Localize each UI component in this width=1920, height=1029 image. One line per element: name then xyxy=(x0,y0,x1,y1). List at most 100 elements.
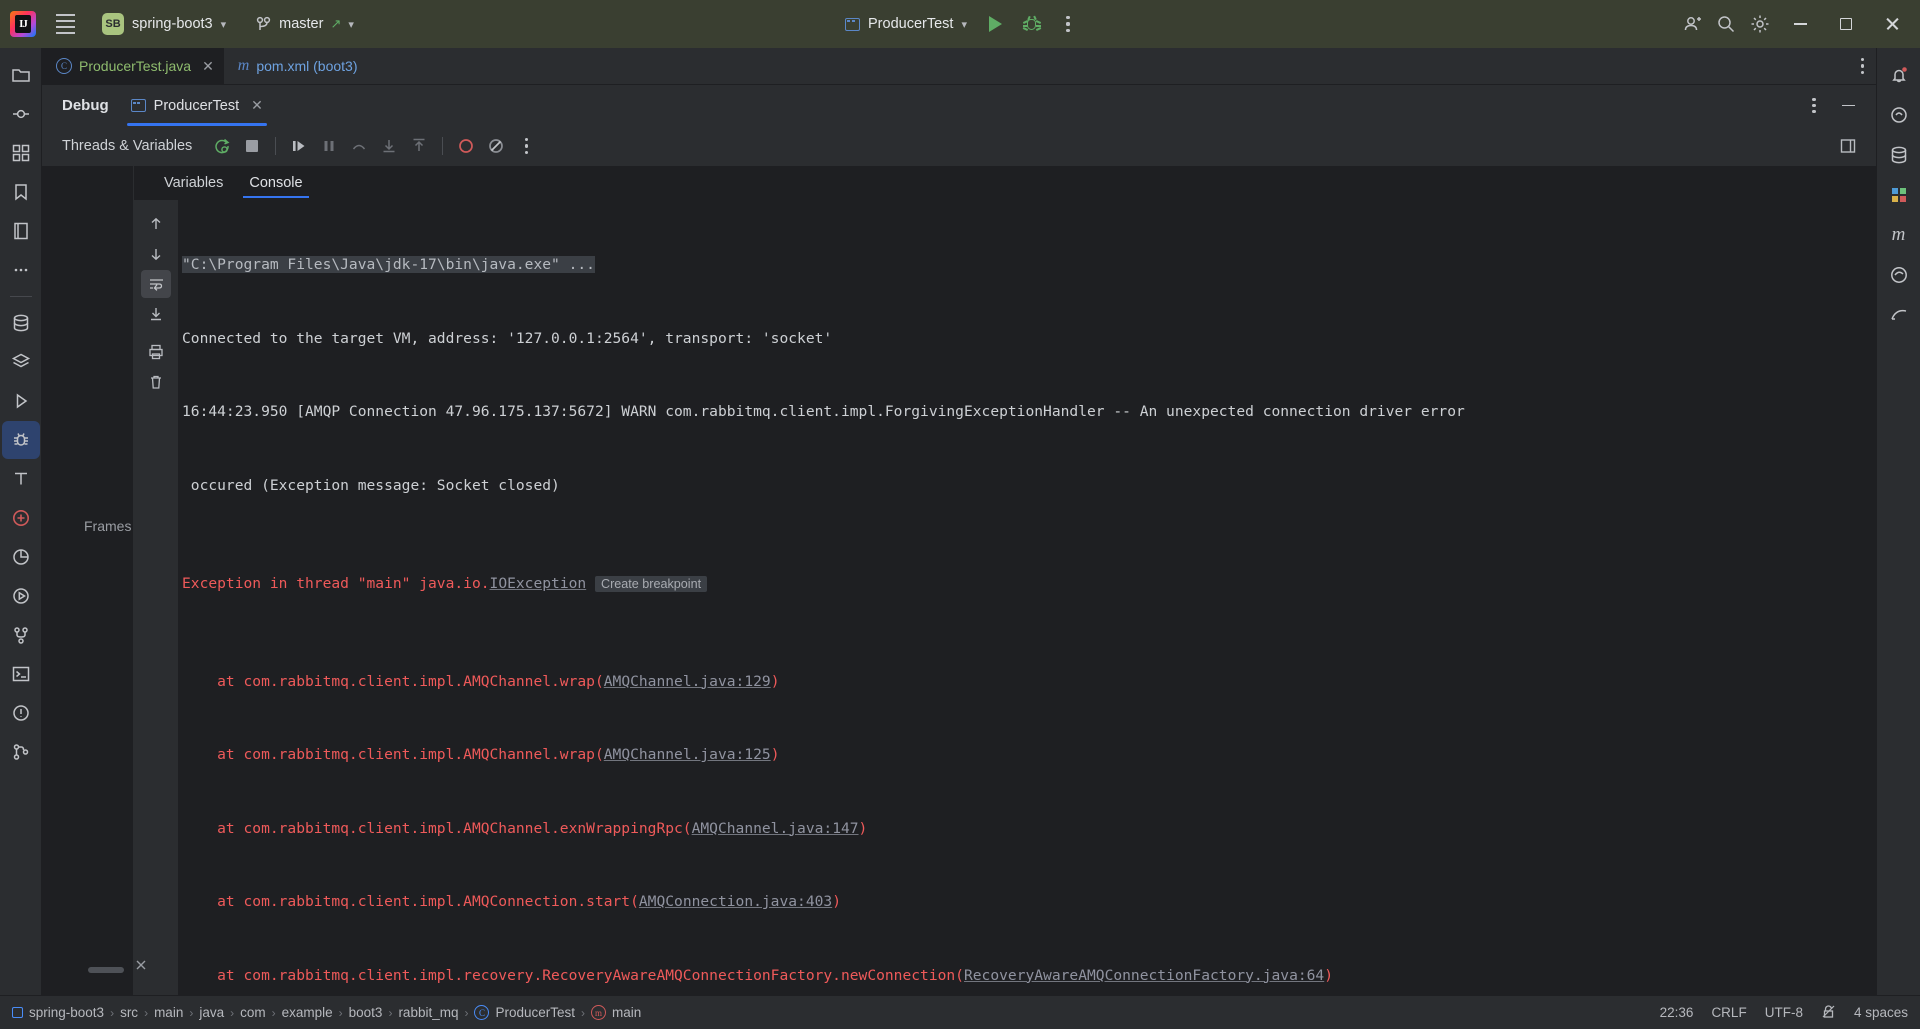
ai-assistant-button[interactable] xyxy=(1880,96,1918,134)
sidebar-item-terminal-t[interactable] xyxy=(2,460,40,498)
step-out-button[interactable] xyxy=(405,132,433,160)
rerun-debug-icon xyxy=(215,138,230,154)
persistence-tool-button[interactable] xyxy=(1880,296,1918,334)
editor-tab-producertest-java[interactable]: C ProducerTest.java ✕ xyxy=(42,48,224,84)
frame-link[interactable]: AMQConnection.java:403 xyxy=(639,893,832,910)
git-branch-selector[interactable]: master ↗ ▾ xyxy=(248,12,362,37)
layout-settings-button[interactable] xyxy=(1834,132,1862,160)
frame-link[interactable]: AMQChannel.java:125 xyxy=(604,746,771,763)
more-vertical-icon xyxy=(1860,58,1864,74)
editor-tab-pom-xml[interactable]: m pom.xml (boot3) xyxy=(224,48,368,84)
status-bar: spring-boot3 › src › main › java › com ›… xyxy=(0,995,1920,1029)
step-into-button[interactable] xyxy=(375,132,403,160)
resume-program-button[interactable] xyxy=(285,132,313,160)
breadcrumb-item[interactable]: example xyxy=(282,1005,333,1020)
sidebar-item-commit[interactable] xyxy=(2,95,40,133)
stop-button[interactable] xyxy=(238,132,266,160)
read-only-toggle-icon[interactable] xyxy=(1821,1004,1836,1022)
file-encoding[interactable]: UTF-8 xyxy=(1765,1005,1803,1020)
frame-suffix: ) xyxy=(770,672,780,690)
sidebar-item-services-play[interactable] xyxy=(2,577,40,615)
breadcrumb-item[interactable]: com xyxy=(240,1005,266,1020)
debug-session-tab[interactable]: ProducerTest ✕ xyxy=(126,85,268,126)
more-run-options-button[interactable] xyxy=(1052,8,1084,40)
console-output[interactable]: "C:\Program Files\Java\jdk-17\bin\java.e… xyxy=(178,200,1876,995)
frames-close-icon[interactable] xyxy=(134,958,148,977)
step-over-button[interactable] xyxy=(345,132,373,160)
stack-frame-line: at com.rabbitmq.client.impl.AMQChannel.w… xyxy=(182,670,1876,695)
sidebar-item-structure[interactable] xyxy=(2,134,40,172)
mute-breakpoints-button[interactable] xyxy=(482,132,510,160)
frame-link[interactable]: AMQChannel.java:147 xyxy=(692,820,859,837)
sidebar-item-services-layers[interactable] xyxy=(2,343,40,381)
run-button[interactable] xyxy=(980,8,1012,40)
database-tool-button[interactable] xyxy=(1880,136,1918,174)
persistence-icon xyxy=(1890,309,1906,320)
exception-type-link[interactable]: IOException xyxy=(490,575,587,592)
rerun-debug-button[interactable] xyxy=(208,132,236,160)
sidebar-item-profiler[interactable] xyxy=(2,538,40,576)
close-window-button[interactable] xyxy=(1870,1,1914,47)
editor-tabs-options-button[interactable] xyxy=(1860,48,1876,84)
caret-position[interactable]: 22:36 xyxy=(1660,1005,1694,1020)
line-separator[interactable]: CRLF xyxy=(1711,1005,1746,1020)
breadcrumb-item[interactable]: main xyxy=(612,1005,641,1020)
indent-setting[interactable]: 4 spaces xyxy=(1854,1005,1908,1020)
pause-program-button[interactable] xyxy=(315,132,343,160)
print-button[interactable] xyxy=(141,338,171,366)
hide-debug-window-button[interactable] xyxy=(1834,92,1862,120)
gradle-tool-button[interactable] xyxy=(1880,176,1918,214)
breadcrumb-item[interactable]: spring-boot3 xyxy=(29,1005,104,1020)
maximize-icon xyxy=(1840,18,1852,30)
tab-variables[interactable]: Variables xyxy=(152,166,235,200)
breadcrumb-item[interactable]: boot3 xyxy=(349,1005,383,1020)
notifications-button[interactable] xyxy=(1880,56,1918,94)
debug-window-options-button[interactable] xyxy=(1800,92,1828,120)
debug-button[interactable] xyxy=(1016,8,1048,40)
view-breakpoints-button[interactable] xyxy=(452,132,480,160)
arrow-up-icon xyxy=(151,217,161,229)
main-menu-icon[interactable] xyxy=(48,7,82,41)
breadcrumb-item[interactable]: main xyxy=(154,1005,183,1020)
frame-link[interactable]: RecoveryAwareAMQConnectionFactory.java:6… xyxy=(964,967,1324,984)
sidebar-item-run[interactable] xyxy=(2,382,40,420)
close-tab-icon[interactable]: ✕ xyxy=(202,58,214,75)
sidebar-item-more-tools[interactable] xyxy=(2,251,40,289)
debug-more-options-button[interactable] xyxy=(512,132,540,160)
frame-link[interactable]: AMQChannel.java:129 xyxy=(604,673,771,690)
spring-tool-button[interactable] xyxy=(1880,256,1918,294)
frames-scrollbar[interactable] xyxy=(88,967,124,973)
settings-button[interactable] xyxy=(1744,8,1776,40)
clear-all-button[interactable] xyxy=(141,368,171,396)
create-breakpoint-chip[interactable]: Create breakpoint xyxy=(594,575,708,592)
notifications-bell-icon xyxy=(1891,67,1907,83)
sidebar-item-bookmarks[interactable] xyxy=(2,173,40,211)
sidebar-item-project[interactable] xyxy=(2,56,40,94)
account-button[interactable] xyxy=(1676,8,1708,40)
breadcrumb-item[interactable]: src xyxy=(120,1005,138,1020)
run-configuration-selector[interactable]: ProducerTest ▾ xyxy=(836,12,976,36)
search-everywhere-button[interactable] xyxy=(1710,8,1742,40)
maximize-window-button[interactable] xyxy=(1824,1,1868,47)
minimize-window-button[interactable] xyxy=(1778,1,1822,47)
soft-wrap-button[interactable] xyxy=(141,270,171,298)
close-session-icon[interactable]: ✕ xyxy=(251,97,263,114)
sidebar-item-version-control[interactable] xyxy=(2,733,40,771)
breadcrumb-item[interactable]: java xyxy=(199,1005,224,1020)
tab-console[interactable]: Console xyxy=(237,166,314,200)
sidebar-item-git-branch-tool[interactable] xyxy=(2,616,40,654)
scroll-up-button[interactable] xyxy=(141,210,171,238)
project-selector[interactable]: SB spring-boot3 ▾ xyxy=(94,9,234,39)
sidebar-item-database[interactable] xyxy=(2,304,40,342)
scroll-to-end-button[interactable] xyxy=(141,300,171,328)
sidebar-item-notebook[interactable] xyxy=(2,212,40,250)
sidebar-item-problems[interactable] xyxy=(2,694,40,732)
maven-tool-button[interactable]: m xyxy=(1880,216,1918,254)
scroll-down-button[interactable] xyxy=(141,240,171,268)
sidebar-item-terminal[interactable] xyxy=(2,655,40,693)
sidebar-item-debug[interactable] xyxy=(1,421,40,459)
sidebar-item-endpoints[interactable] xyxy=(2,499,40,537)
text-t-icon xyxy=(14,472,27,485)
breadcrumb-item[interactable]: rabbit_mq xyxy=(398,1005,458,1020)
breadcrumb-item[interactable]: ProducerTest xyxy=(495,1005,575,1020)
